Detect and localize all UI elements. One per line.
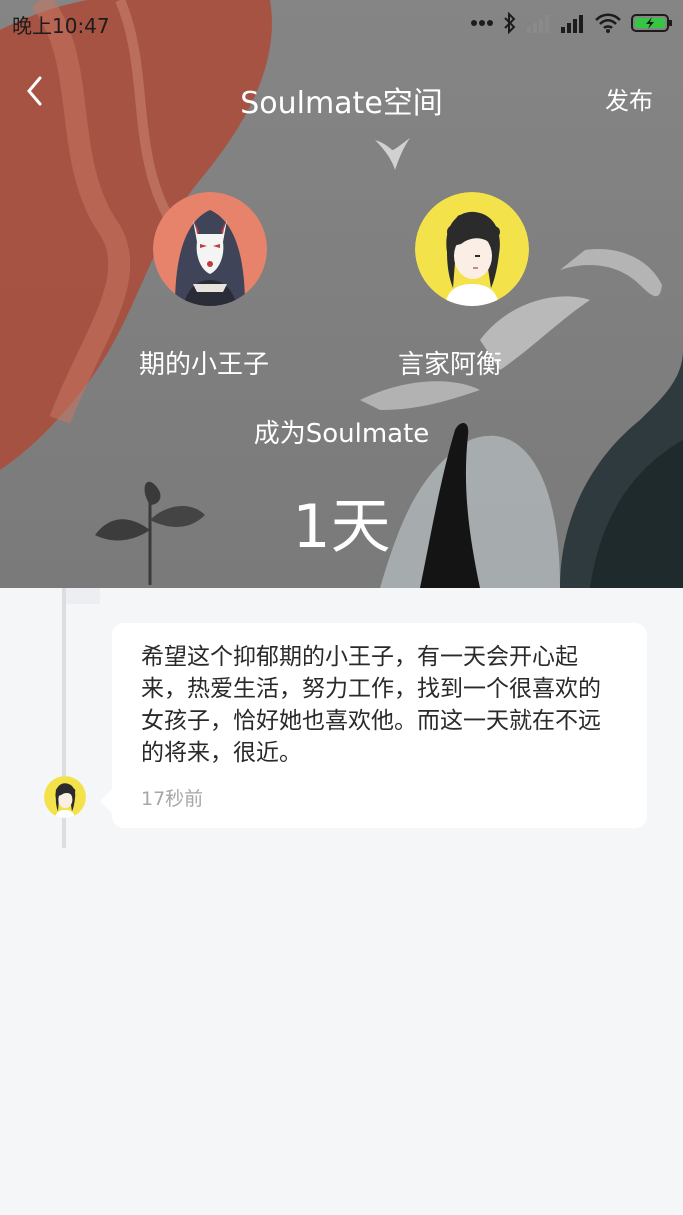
girl-avatar-icon	[44, 776, 86, 818]
post-text: 希望这个抑郁期的小王子，有一天会开心起来，热爱生活，努力工作，找到一个很喜欢的女…	[141, 644, 601, 766]
become-soulmate-text: 成为Soulmate	[253, 419, 430, 449]
page-title: Soulmate空间	[240, 86, 443, 121]
soulmate-right-name: 言家阿衡	[398, 350, 503, 380]
days-count: 1天	[292, 492, 391, 562]
soulmate-left-name: 期的小王子	[139, 350, 270, 380]
girl-avatar-icon	[415, 192, 529, 306]
wifi-icon	[595, 13, 621, 33]
status-time: 晚上10:47	[12, 14, 110, 38]
avatar-right[interactable]	[415, 192, 529, 306]
bluetooth-icon	[504, 12, 516, 34]
title-bar: Soulmate空间 发布	[0, 62, 683, 126]
status-icons	[471, 10, 673, 36]
post-card[interactable]: 希望这个抑郁期的小王子，有一天会开心起来，热爱生活，努力工作，找到一个很喜欢的女…	[100, 623, 647, 828]
status-bar: 晚上10:47	[0, 0, 683, 46]
publish-button[interactable]: 发布	[605, 81, 653, 116]
battery-charging-icon	[631, 14, 672, 32]
timeline-divider	[62, 588, 100, 604]
fox-mask-avatar-icon	[153, 192, 267, 306]
post-author-avatar[interactable]	[44, 776, 86, 818]
signal-icon	[561, 15, 583, 33]
avatar-left[interactable]	[153, 192, 267, 306]
dots-icon	[471, 20, 493, 26]
post-timestamp: 17秒前	[141, 788, 204, 810]
signal-icon	[527, 15, 549, 33]
soulmate-hero-banner: 晚上10:47 Soulmate空间 发布 期的小王子 言家阿衡 成为Soulm…	[0, 0, 683, 588]
